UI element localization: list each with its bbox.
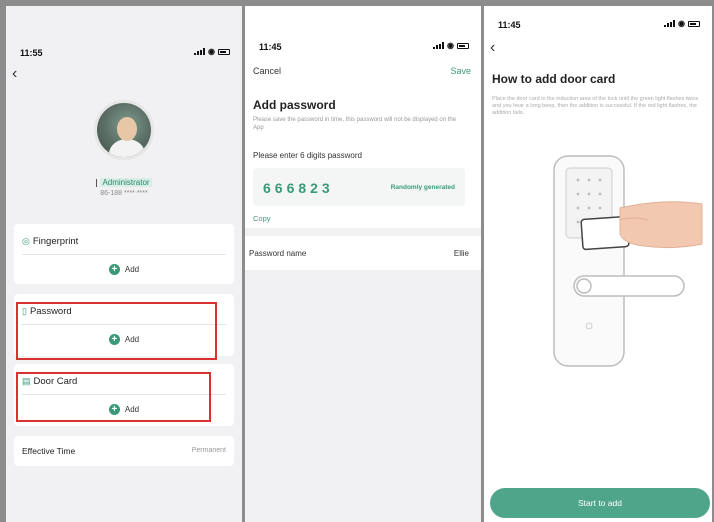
highlight-box-door-card xyxy=(16,372,211,422)
status-time: 11:55 xyxy=(20,48,43,58)
phone-number: 86-188 **** **** xyxy=(100,190,148,197)
password-name-label: Password name xyxy=(249,249,307,258)
fingerprint-title: ◎ Fingerprint xyxy=(22,236,78,247)
status-time: 11:45 xyxy=(498,20,521,30)
password-digits: 666823 xyxy=(263,180,334,196)
randomly-generated-button[interactable]: Randomly generated xyxy=(391,184,455,191)
signal-icon xyxy=(433,42,445,49)
cancel-button[interactable]: Cancel xyxy=(253,66,281,76)
role-label: Administrator xyxy=(6,178,242,187)
back-icon[interactable]: ‹ xyxy=(490,40,495,56)
divider xyxy=(22,254,226,255)
add-fingerprint-button[interactable]: + Add xyxy=(14,264,234,275)
signal-icon xyxy=(194,48,206,55)
password-name-row[interactable]: Password name Ellie xyxy=(245,236,481,270)
wifi-icon: ◉ xyxy=(208,47,215,56)
fingerprint-icon: ◎ xyxy=(22,236,30,246)
status-bar: 11:55 ◉ xyxy=(6,42,242,62)
page-description: Please save the password in time, this p… xyxy=(253,117,457,131)
handle-pivot xyxy=(576,278,592,294)
status-bar: 11:45 ◉ xyxy=(245,36,481,56)
user-detail-screen: 11:55 ◉ ‹ Administrator 86-188 **** ****… xyxy=(6,6,242,522)
fingerprint-label: Fingerprint xyxy=(32,236,79,247)
wifi-icon: ◉ xyxy=(447,41,454,50)
password-input[interactable]: 666823 Randomly generated xyxy=(253,168,465,206)
door-lock-illustration xyxy=(553,155,703,367)
back-icon[interactable]: ‹ xyxy=(12,66,17,82)
wifi-icon: ◉ xyxy=(678,19,685,28)
plus-icon: + xyxy=(108,264,120,275)
password-name-value: Ellie xyxy=(453,249,469,258)
save-button[interactable]: Save xyxy=(450,66,471,76)
add-password-screen: 11:45 ◉ Cancel Save Add password Please … xyxy=(245,6,481,522)
status-icons: ◉ xyxy=(194,47,230,56)
page-description: Place the door card in the induction are… xyxy=(492,96,699,116)
status-bar: 11:45 ◉ xyxy=(484,14,712,34)
status-icons: ◉ xyxy=(664,19,700,28)
add-door-card-screen: 11:45 ◉ ‹ How to add door card Place the… xyxy=(484,6,712,522)
status-time: 11:45 xyxy=(259,42,282,52)
signal-icon xyxy=(664,20,676,27)
copy-button[interactable]: Copy xyxy=(253,214,271,223)
role-badge: Administrator xyxy=(100,178,152,187)
page-title: How to add door card xyxy=(492,72,616,86)
page-title: Add password xyxy=(253,98,336,112)
battery-icon xyxy=(688,20,700,27)
battery-icon xyxy=(457,42,469,49)
password-prompt: Please enter 6 digits password xyxy=(253,151,362,160)
battery-icon xyxy=(218,48,230,55)
effective-time-value: Permanent xyxy=(191,447,226,454)
highlight-box-password xyxy=(16,302,217,360)
fingerprint-card: ◎ Fingerprint + Add xyxy=(14,224,234,284)
status-icons: ◉ xyxy=(433,41,469,50)
effective-time-row[interactable]: Effective Time Permanent xyxy=(14,436,234,466)
start-to-add-button[interactable]: Start to add xyxy=(490,488,710,518)
add-label: Add xyxy=(124,265,140,274)
effective-time-label: Effective Time xyxy=(22,446,76,456)
avatar xyxy=(94,100,154,160)
hand xyxy=(619,201,703,249)
